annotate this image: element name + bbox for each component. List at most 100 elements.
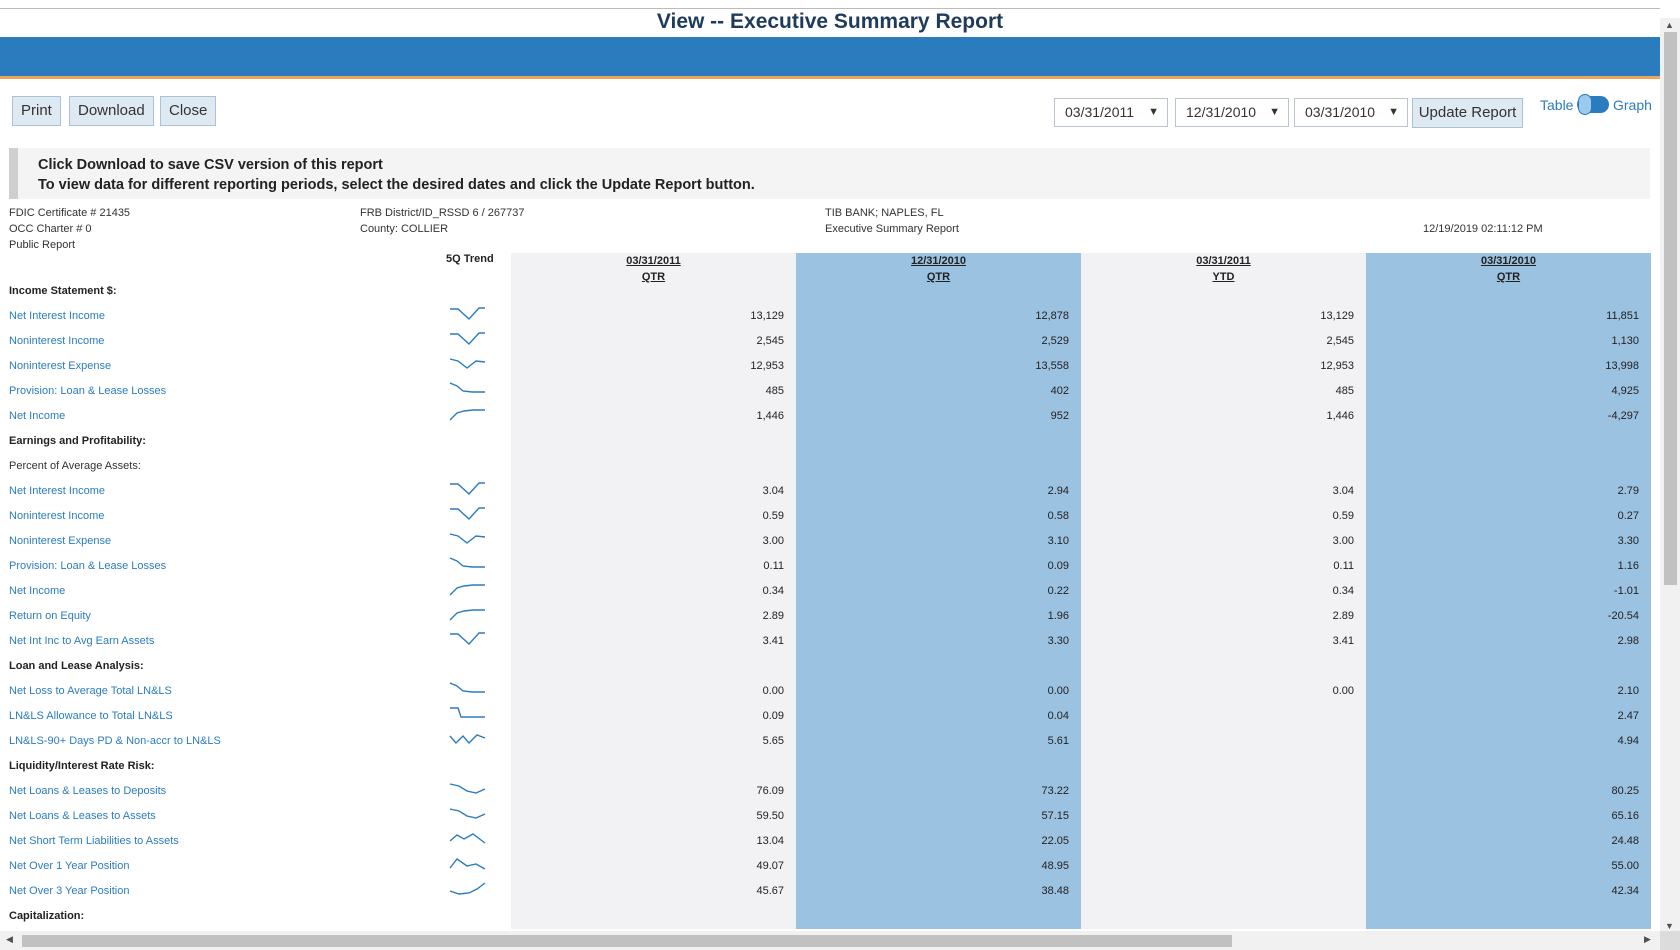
close-button[interactable]: Close (160, 96, 217, 126)
public-report-label: Public Report (9, 239, 76, 251)
report-timestamp: 12/19/2019 02:11:12 PM (1423, 223, 1543, 235)
value-cell: 4,925 (1611, 385, 1639, 397)
value-cell: 2.10 (1617, 685, 1639, 697)
value-cell: 0.22 (1047, 585, 1069, 597)
column-header-4[interactable]: 03/31/2010 QTR (1366, 253, 1651, 285)
section-heading: Liquidity/Interest Rate Risk: (9, 760, 155, 772)
value-cell: 3.30 (1617, 535, 1639, 547)
toggle-knob[interactable] (1578, 94, 1592, 115)
metric-link[interactable]: Net Income (9, 585, 65, 597)
metric-link[interactable]: Net Loss to Average Total LN&LS (9, 685, 172, 697)
value-cell: 76.09 (756, 785, 784, 797)
value-cell: 13,998 (1605, 360, 1639, 372)
occ-charter: OCC Charter # 0 (9, 223, 92, 235)
value-cell: 2.98 (1617, 635, 1639, 647)
trend-sparkline-icon (450, 482, 485, 495)
toggle-graph-label[interactable]: Graph (1613, 97, 1652, 113)
column-date[interactable]: 03/31/2011 (1081, 253, 1366, 269)
meta-left: FDIC Certificate # 21435 OCC Charter # 0… (9, 205, 130, 253)
date-select-1-value: 03/31/2011 (1065, 104, 1135, 120)
value-cell: 0.34 (762, 585, 784, 597)
value-cell: 45.67 (756, 885, 784, 897)
column-period[interactable]: QTR (1366, 269, 1651, 285)
column-period[interactable]: QTR (511, 269, 796, 285)
metric-link[interactable]: Net Interest Income (9, 485, 105, 497)
scrollbar-corner (1660, 931, 1680, 950)
trend-sparkline-icon (449, 609, 485, 621)
date-select-2[interactable]: 12/31/2010 ▼ (1175, 98, 1289, 127)
print-button[interactable]: Print (12, 96, 61, 126)
value-cell: 952 (1050, 410, 1069, 422)
trend-sparkline-icon (449, 557, 485, 568)
horizontal-scrollbar[interactable]: ◀ ▶ (0, 931, 1660, 950)
value-cell: 4.94 (1617, 735, 1639, 747)
metric-link[interactable]: Net Income (9, 410, 65, 422)
value-cell: 5.61 (1047, 735, 1069, 747)
value-cell: 0.59 (1332, 510, 1354, 522)
value-cell: 0.34 (1332, 585, 1354, 597)
value-cell: 1.16 (1617, 560, 1639, 572)
trend-sparkline-icon (449, 783, 486, 794)
metric-link[interactable]: Net Loans & Leases to Assets (9, 810, 156, 822)
metric-link[interactable]: Return on Equity (9, 610, 91, 622)
vertical-scrollbar[interactable]: ▲ ▼ (1660, 18, 1680, 933)
metric-link[interactable]: Provision: Loan & Lease Losses (9, 385, 166, 397)
column-date[interactable]: 03/31/2011 (511, 253, 796, 269)
column-date[interactable]: 12/31/2010 (796, 253, 1081, 269)
vertical-scroll-thumb[interactable] (1664, 32, 1677, 585)
info-line-2: To view data for different reporting per… (38, 177, 755, 193)
value-cell: 0.27 (1617, 510, 1639, 522)
table-graph-toggle[interactable] (1577, 94, 1609, 115)
metric-link[interactable]: Noninterest Expense (9, 360, 111, 372)
column-period[interactable]: QTR (796, 269, 1081, 285)
value-cell: 485 (1335, 385, 1354, 397)
value-cell: 2,545 (756, 335, 784, 347)
metric-link[interactable]: Noninterest Income (9, 510, 104, 522)
metric-link[interactable]: Net Over 1 Year Position (9, 860, 129, 872)
trend-sparkline-icon (450, 332, 485, 345)
scroll-up-icon[interactable]: ▲ (1665, 20, 1674, 30)
value-cell: 0.00 (1047, 685, 1069, 697)
chevron-down-icon: ▼ (1148, 106, 1159, 118)
value-cell: 22.05 (1041, 835, 1069, 847)
value-cell: 3.41 (1332, 635, 1354, 647)
value-cell: 0.09 (762, 710, 784, 722)
metric-link[interactable]: Noninterest Income (9, 335, 104, 347)
horizontal-scroll-thumb[interactable] (22, 935, 1232, 947)
toggle-table-label[interactable]: Table (1540, 97, 1573, 113)
metric-link[interactable]: Net Short Term Liabilities to Assets (9, 835, 179, 847)
metric-link[interactable]: Net Loans & Leases to Deposits (9, 785, 166, 797)
value-cell: 12,953 (750, 360, 784, 372)
scroll-down-icon[interactable]: ▼ (1665, 921, 1674, 931)
metric-link[interactable]: Net Over 3 Year Position (9, 885, 129, 897)
column-date[interactable]: 03/31/2010 (1366, 253, 1651, 269)
scroll-left-icon[interactable]: ◀ (6, 934, 13, 945)
metric-link[interactable]: Net Interest Income (9, 310, 105, 322)
subheading: Percent of Average Assets: (9, 460, 141, 472)
column-period[interactable]: YTD (1081, 269, 1366, 285)
value-cell: 3.04 (762, 485, 784, 497)
metric-link[interactable]: LN&LS Allowance to Total LN&LS (9, 710, 173, 722)
value-cell: 13,129 (1320, 310, 1354, 322)
date-select-1[interactable]: 03/31/2011 ▼ (1054, 98, 1168, 127)
download-button[interactable]: Download (69, 96, 154, 126)
metric-link[interactable]: LN&LS-90+ Days PD & Non-accr to LN&LS (9, 735, 221, 747)
trend-sparkline-icon (449, 358, 486, 369)
metric-link[interactable]: Provision: Loan & Lease Losses (9, 560, 166, 572)
scroll-right-icon[interactable]: ▶ (1644, 934, 1651, 945)
value-cell: 49.07 (756, 860, 784, 872)
value-cell: 2.89 (762, 610, 784, 622)
value-cell: 3.04 (1332, 485, 1354, 497)
value-cell: 0.11 (1333, 560, 1354, 572)
metric-link[interactable]: Noninterest Expense (9, 535, 111, 547)
update-report-button[interactable]: Update Report (1412, 98, 1523, 128)
column-header-1[interactable]: 03/31/2011 QTR (511, 253, 796, 285)
value-cell: 2.47 (1617, 710, 1639, 722)
value-cell: 0.59 (762, 510, 784, 522)
date-select-3[interactable]: 03/31/2010 ▼ (1294, 98, 1408, 127)
section-heading: Earnings and Profitability: (9, 435, 146, 447)
column-header-2[interactable]: 12/31/2010 QTR (796, 253, 1081, 285)
metric-link[interactable]: Net Int Inc to Avg Earn Assets (9, 635, 154, 647)
value-cell: -1.01 (1613, 585, 1639, 597)
column-header-3[interactable]: 03/31/2011 YTD (1081, 253, 1366, 285)
